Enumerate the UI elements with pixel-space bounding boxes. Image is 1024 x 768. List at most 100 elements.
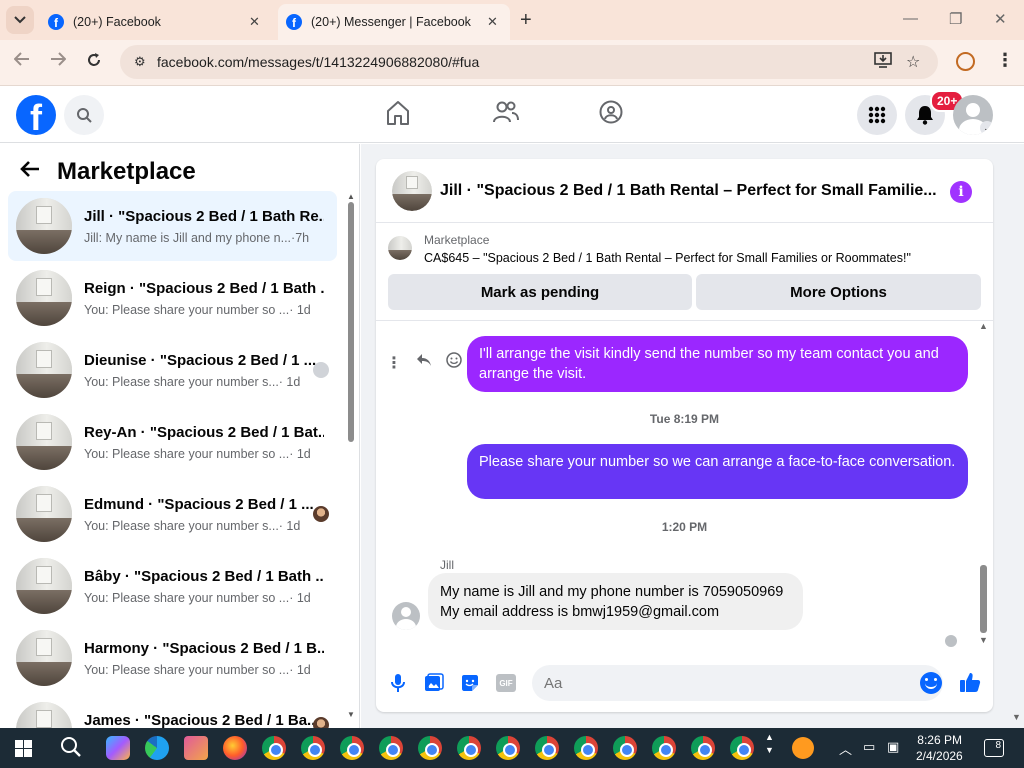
conversation-item[interactable]: Dieunise · "Spacious 2 Bed / 1 ... You: … <box>8 335 337 405</box>
page-scroll-down-arrow[interactable]: ▼ <box>1012 712 1021 722</box>
tab-close-icon[interactable]: ✕ <box>249 14 260 30</box>
chrome-profile-icon[interactable] <box>379 736 403 760</box>
listing-thumbnail <box>16 342 72 398</box>
back-icon[interactable] <box>13 52 30 71</box>
menu-grid-icon[interactable] <box>857 95 897 135</box>
facebook-logo[interactable]: f <box>16 95 56 135</box>
gif-icon[interactable]: GIF <box>495 672 517 694</box>
conversation-item[interactable]: Edmund · "Spacious 2 Bed / 1 ... You: Pl… <box>8 479 337 549</box>
listing-thumbnail <box>16 198 72 254</box>
chat-scrollbar[interactable]: ▲ ▼ <box>979 321 989 647</box>
listing-thumbnail <box>16 414 72 470</box>
taskbar-search-icon[interactable] <box>60 736 82 764</box>
chrome-profile-icon[interactable] <box>301 736 325 760</box>
edge-browser-icon[interactable] <box>145 736 169 760</box>
conversation-preview: You: Please share your number s...· 1d <box>84 375 301 389</box>
read-receipt-avatar <box>945 635 957 647</box>
more-options-icon[interactable]: ⋮ <box>386 353 402 373</box>
mark-as-pending-button[interactable]: Mark as pending <box>388 274 692 310</box>
info-icon[interactable]: i <box>950 181 972 203</box>
back-arrow-icon[interactable] <box>20 158 40 184</box>
taskbar-clock[interactable]: 8:26 PM 2/4/2026 <box>916 732 963 764</box>
chrome-profile-icon[interactable] <box>496 736 520 760</box>
listing-description[interactable]: CA$645 – "Spacious 2 Bed / 1 Bath Rental… <box>424 251 911 265</box>
menu-icon[interactable]: ⋮ <box>996 50 1014 71</box>
weather-icon[interactable] <box>792 737 814 759</box>
windows-taskbar: ▲ ▼ ︿ ▭ ▣ 8:26 PM 2/4/2026 8 <box>0 728 1024 768</box>
restore-icon[interactable]: ❐ <box>949 10 962 28</box>
listing-label: Marketplace <box>424 233 490 247</box>
network-icon[interactable]: ▭ <box>863 739 875 755</box>
bookmark-star-icon[interactable]: ☆ <box>906 52 920 72</box>
microphone-icon[interactable] <box>387 672 409 694</box>
tab-search-chevron-icon[interactable] <box>6 6 34 34</box>
conversation-item[interactable]: James · "Spacious 2 Bed / 1 Ba... <box>8 695 337 728</box>
reply-icon[interactable] <box>416 353 432 372</box>
windows-start-icon[interactable] <box>15 740 32 757</box>
home-icon[interactable] <box>386 100 410 131</box>
notification-center-icon[interactable]: 8 <box>984 739 1004 757</box>
chrome-profile-icon[interactable] <box>262 736 286 760</box>
groups-icon[interactable] <box>599 100 623 129</box>
chrome-profile-icon[interactable] <box>535 736 559 760</box>
url-text: facebook.com/messages/t/1413224906882080… <box>157 54 480 70</box>
minimize-icon[interactable]: — <box>903 10 918 27</box>
listing-thumbnail <box>16 630 72 686</box>
listing-thumbnail <box>16 558 72 614</box>
conversation-item[interactable]: Bâby · "Spacious 2 Bed / 1 Bath ... You:… <box>8 551 337 621</box>
chevron-down-icon: ⌄ <box>980 121 993 135</box>
sticker-icon[interactable] <box>459 672 481 694</box>
search-icon[interactable] <box>64 95 104 135</box>
chrome-profile-icon[interactable] <box>418 736 442 760</box>
chrome-profile-icon[interactable] <box>691 736 715 760</box>
display-icon[interactable]: ▣ <box>887 739 899 755</box>
more-options-button[interactable]: More Options <box>696 274 981 310</box>
install-app-icon[interactable] <box>874 52 892 73</box>
hidden-icons-chevron-icon[interactable]: ︿ <box>839 739 852 758</box>
chrome-profile-icon[interactable] <box>730 736 754 760</box>
browser-toolbar: ⚙ facebook.com/messages/t/14132249068820… <box>0 40 1024 86</box>
react-emoji-icon[interactable] <box>446 352 462 373</box>
friends-icon[interactable] <box>493 100 519 129</box>
message-line: My email address is bmwj1959@gmail.com <box>440 604 720 620</box>
sender-avatar[interactable] <box>392 602 420 630</box>
message-line: My name is Jill and my phone number is 7… <box>440 584 784 600</box>
chat-title[interactable]: Jill · "Spacious 2 Bed / 1 Bath Rental –… <box>440 182 940 200</box>
emoji-icon[interactable] <box>920 672 942 694</box>
tab-facebook[interactable]: f (20+) Facebook ✕ <box>40 4 272 40</box>
conversation-item[interactable]: Rey-An · "Spacious 2 Bed / 1 Bat... You:… <box>8 407 337 477</box>
conversation-item[interactable]: Jill · "Spacious 2 Bed / 1 Bath Re... Ji… <box>8 191 337 261</box>
conversation-item[interactable]: Harmony · "Spacious 2 Bed / 1 B... You: … <box>8 623 337 693</box>
tab-close-icon[interactable]: ✕ <box>487 14 498 30</box>
paint-app-icon[interactable] <box>184 736 208 760</box>
firefox-icon[interactable] <box>223 736 247 760</box>
copilot-icon[interactable] <box>106 736 130 760</box>
conversations-scrollbar[interactable]: ▲ ▼ <box>346 192 356 722</box>
message-input[interactable] <box>532 665 943 701</box>
tab-messenger[interactable]: f (20+) Messenger | Facebook ✕ <box>278 4 510 40</box>
chrome-profile-icon[interactable] <box>340 736 364 760</box>
message-timestamp: 1:20 PM <box>661 520 708 534</box>
seen-avatar <box>313 717 329 728</box>
chrome-profile-icon[interactable] <box>652 736 676 760</box>
photo-icon[interactable] <box>423 672 445 694</box>
site-settings-icon[interactable]: ⚙ <box>134 54 146 70</box>
new-tab-plus-icon[interactable]: + <box>520 9 532 32</box>
chrome-profile-icon[interactable] <box>613 736 637 760</box>
incoming-message[interactable]: My name is Jill and my phone number is 7… <box>428 573 803 630</box>
profile-icon[interactable] <box>956 52 975 71</box>
conversation-item[interactable]: Reign · "Spacious 2 Bed / 1 Bath ... You… <box>8 263 337 333</box>
window-close-icon[interactable]: ✕ <box>994 10 1007 28</box>
account-avatar[interactable]: ⌄ <box>953 95 993 135</box>
reload-icon[interactable] <box>86 52 102 73</box>
taskbar-overflow-chevrons-icon[interactable]: ▲ ▼ <box>765 731 774 757</box>
like-icon[interactable] <box>959 671 981 693</box>
outgoing-message[interactable]: I'll arrange the visit kindly send the n… <box>467 336 968 392</box>
chrome-profile-icon[interactable] <box>574 736 598 760</box>
listing-thumbnail <box>16 702 72 728</box>
outgoing-message[interactable]: Please share your number so we can arran… <box>467 444 968 499</box>
address-bar[interactable]: ⚙ facebook.com/messages/t/14132249068820… <box>120 45 938 79</box>
chrome-profile-icon[interactable] <box>457 736 481 760</box>
listing-thumbnail[interactable] <box>392 171 432 211</box>
forward-icon[interactable] <box>50 52 67 71</box>
